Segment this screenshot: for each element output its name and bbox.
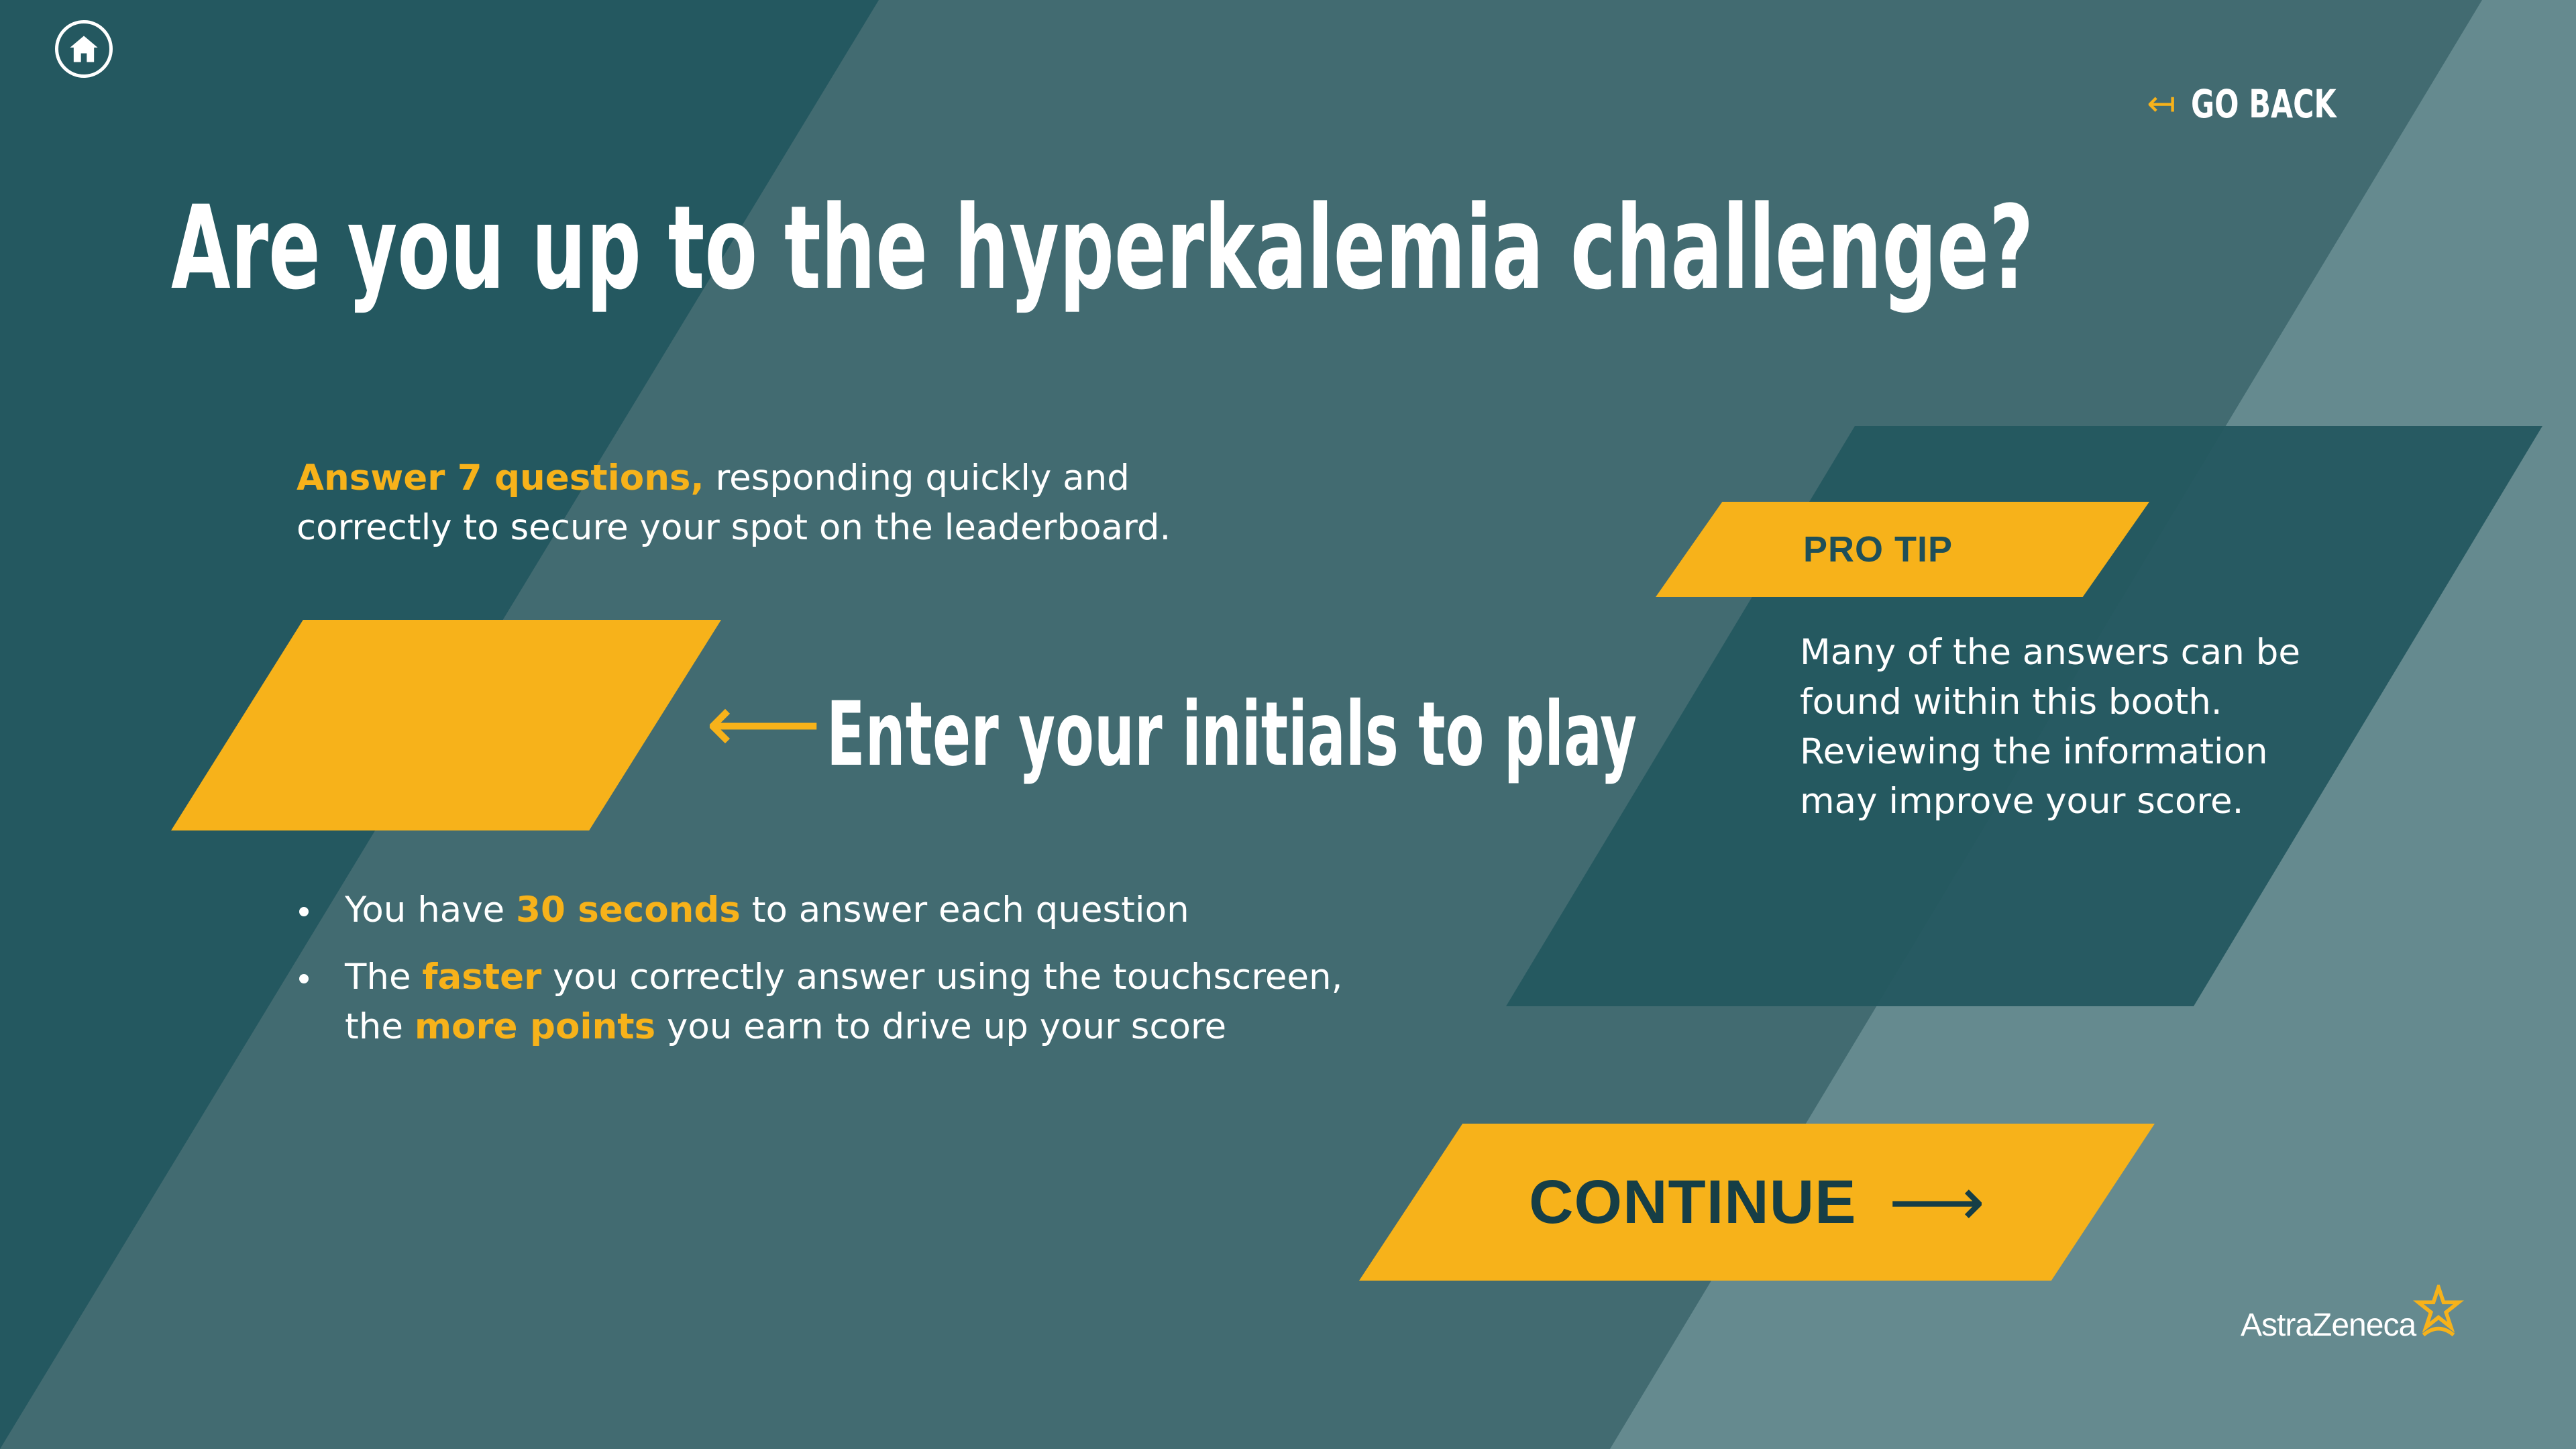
go-back-label: GO BACK xyxy=(2190,81,2337,127)
home-icon xyxy=(70,36,98,62)
astrazeneca-logo-icon xyxy=(2413,1285,2465,1337)
rule-highlight: faster xyxy=(422,957,542,998)
pro-tip-text: Many of the answers can be found within … xyxy=(1800,632,2300,822)
rule-highlight: more points xyxy=(414,1006,656,1047)
brand-name: AstraZeneca xyxy=(2241,1307,2416,1343)
continue-button[interactable]: CONTINUE ⟶ xyxy=(1359,1124,2155,1281)
initials-prompt: Enter your initials to play xyxy=(826,683,1638,786)
return-arrow-icon: ↤ xyxy=(2147,84,2176,124)
rules-list: You have 30 seconds to answer each quest… xyxy=(297,885,1370,1069)
pro-tip-label: PRO TIP xyxy=(1803,529,1953,570)
rule-item: The faster you correctly answer using th… xyxy=(297,953,1370,1052)
go-back-button[interactable]: ↤ GO BACK xyxy=(2147,80,2368,127)
rule-item: You have 30 seconds to answer each quest… xyxy=(297,885,1370,935)
brand-logo: AstraZeneca xyxy=(2241,1285,2465,1345)
page-title: Are you up to the hyperkalemia challenge… xyxy=(171,180,2034,315)
right-arrow-icon: ⟶ xyxy=(1888,1163,1985,1241)
home-button[interactable] xyxy=(55,20,113,78)
left-arrow-icon: ⟵ xyxy=(706,678,822,771)
continue-label: CONTINUE xyxy=(1529,1167,1857,1236)
pro-tip-badge: PRO TIP xyxy=(1656,502,2149,597)
rule-highlight: 30 seconds xyxy=(516,890,741,930)
intro-highlight: Answer 7 questions, xyxy=(297,458,704,498)
intro-text: Answer 7 questions, responding quickly a… xyxy=(297,453,1236,553)
